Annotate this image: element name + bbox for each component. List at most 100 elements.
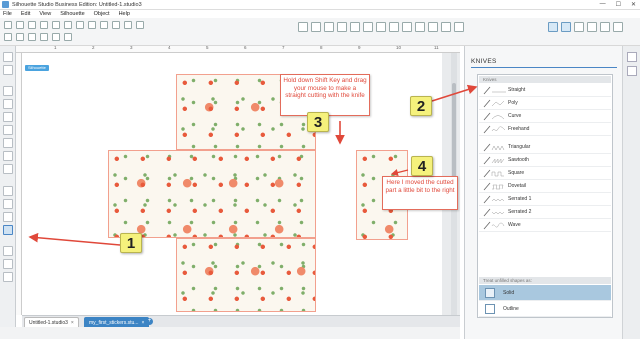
tab-untitled[interactable]: Untitled-1.studio3 × bbox=[24, 317, 79, 327]
solid-fill-icon bbox=[485, 287, 495, 298]
close-tab-icon[interactable]: × bbox=[71, 320, 74, 326]
select-all-icon[interactable] bbox=[4, 33, 12, 41]
cut-icon[interactable] bbox=[40, 21, 48, 29]
knife-dovetail[interactable]: Dovetail bbox=[479, 180, 611, 193]
offset-icon[interactable] bbox=[428, 22, 438, 32]
knife-label: Serrated 1 bbox=[508, 196, 532, 202]
point-edit-tool-icon[interactable] bbox=[3, 65, 13, 75]
knife-poly[interactable]: Poly bbox=[479, 97, 611, 110]
modify-icon[interactable] bbox=[415, 22, 425, 32]
redo-icon[interactable] bbox=[88, 21, 96, 29]
zoom-in-icon[interactable] bbox=[112, 21, 120, 29]
freehand-tool-icon[interactable] bbox=[3, 151, 13, 161]
polygon-tool-icon[interactable] bbox=[3, 125, 13, 135]
step-badge-2: 2 bbox=[410, 96, 432, 116]
eraser-tool-icon[interactable] bbox=[3, 186, 13, 196]
knife-label: Serrated 2 bbox=[508, 209, 532, 215]
floral-net-middle-panel[interactable] bbox=[108, 150, 316, 238]
store-icon[interactable] bbox=[548, 22, 558, 32]
settings-icon[interactable] bbox=[613, 22, 623, 32]
fill-mode-outline[interactable]: Outline bbox=[479, 301, 611, 317]
close-button[interactable]: ✕ bbox=[631, 1, 636, 8]
ellipse-tool-icon[interactable] bbox=[3, 112, 13, 122]
callout-note-4: Here I moved the cutted part a little bi… bbox=[382, 176, 458, 210]
minimize-button[interactable]: — bbox=[600, 1, 606, 8]
menu-view[interactable]: View bbox=[39, 11, 51, 17]
knife-label: Square bbox=[508, 170, 525, 176]
knife-freehand[interactable]: Freehand bbox=[479, 123, 611, 136]
pan-icon[interactable] bbox=[100, 21, 108, 29]
knife-square[interactable]: Square bbox=[479, 167, 611, 180]
menu-edit[interactable]: Edit bbox=[21, 11, 30, 17]
knife-curve[interactable]: Curve bbox=[479, 110, 611, 123]
select-tool-icon[interactable] bbox=[3, 52, 13, 62]
menu-object[interactable]: Object bbox=[94, 11, 110, 17]
ruler-number: 7 bbox=[282, 45, 285, 50]
curve-tool-icon[interactable] bbox=[3, 138, 13, 148]
trace-icon[interactable] bbox=[441, 22, 451, 32]
add-tab-button[interactable]: + bbox=[146, 318, 153, 325]
ungroup-icon[interactable] bbox=[40, 33, 48, 41]
menu-silhouette[interactable]: Silhouette bbox=[60, 11, 84, 17]
send-back-icon[interactable] bbox=[64, 33, 72, 41]
line-style-icon[interactable] bbox=[350, 22, 360, 32]
open-button[interactable] bbox=[16, 21, 24, 29]
menu-help[interactable]: Help bbox=[119, 11, 130, 17]
close-tab-icon[interactable]: × bbox=[141, 320, 144, 326]
deselect-icon[interactable] bbox=[16, 33, 24, 41]
knife-sawtooth[interactable]: Sawtooth bbox=[479, 154, 611, 167]
registration-icon[interactable] bbox=[311, 22, 321, 32]
tab-my-first-stickers[interactable]: my_first_stickers.stu... × bbox=[84, 317, 150, 327]
text-tool-icon[interactable] bbox=[3, 164, 13, 174]
page-badge: Silhouette bbox=[25, 65, 49, 71]
knife-straight[interactable]: Straight bbox=[479, 84, 611, 97]
design-panel-icon[interactable] bbox=[3, 246, 13, 256]
undo-icon[interactable] bbox=[76, 21, 84, 29]
menu-bar: File Edit View Silhouette Object Help bbox=[0, 10, 640, 18]
store-panel-icon[interactable] bbox=[3, 272, 13, 282]
paste-icon[interactable] bbox=[64, 21, 72, 29]
knives-list: Knives Straight Poly Curve Freehand Tria… bbox=[477, 74, 613, 318]
fill-color-icon[interactable] bbox=[324, 22, 334, 32]
design-view-icon[interactable] bbox=[574, 22, 584, 32]
zoom-fit-icon[interactable] bbox=[136, 21, 144, 29]
knife-wave[interactable]: Wave bbox=[479, 219, 611, 232]
maximize-button[interactable]: ☐ bbox=[616, 1, 621, 8]
fill-tool-icon[interactable] bbox=[3, 199, 13, 209]
knife-serrated-2[interactable]: Serrated 2 bbox=[479, 206, 611, 219]
eyedropper-tool-icon[interactable] bbox=[3, 212, 13, 222]
cut-settings-icon[interactable] bbox=[600, 22, 610, 32]
zoom-out-icon[interactable] bbox=[124, 21, 132, 29]
fill-mode-solid[interactable]: Solid bbox=[479, 285, 611, 301]
bring-front-icon[interactable] bbox=[52, 33, 60, 41]
text-style-icon[interactable] bbox=[376, 22, 386, 32]
send-icon[interactable] bbox=[561, 22, 571, 32]
line-color-icon[interactable] bbox=[337, 22, 347, 32]
group-icon[interactable] bbox=[28, 33, 36, 41]
page-setup-icon[interactable] bbox=[298, 22, 308, 32]
knife-freehand-icon bbox=[483, 125, 506, 134]
knife-serrated-1-icon bbox=[483, 195, 505, 204]
copy-icon[interactable] bbox=[52, 21, 60, 29]
floral-net-bottom-panel[interactable] bbox=[176, 238, 316, 312]
replicate-icon[interactable] bbox=[402, 22, 412, 32]
knife-triangular[interactable]: Triangular bbox=[479, 141, 611, 154]
library-panel-icon[interactable] bbox=[3, 259, 13, 269]
save-button[interactable] bbox=[28, 21, 36, 29]
rectangle-tool-icon[interactable] bbox=[3, 99, 13, 109]
new-file-button[interactable] bbox=[4, 21, 12, 29]
transform-icon[interactable] bbox=[389, 22, 399, 32]
image-effects-icon[interactable] bbox=[363, 22, 373, 32]
ruler-number: 1 bbox=[54, 45, 57, 50]
knife-label: Wave bbox=[508, 222, 521, 228]
panel-tab-icon[interactable] bbox=[627, 52, 637, 62]
knife-serrated-1[interactable]: Serrated 1 bbox=[479, 193, 611, 206]
knife-serrated-2-icon bbox=[483, 208, 505, 217]
library-icon[interactable] bbox=[454, 22, 464, 32]
line-tool-icon[interactable] bbox=[3, 86, 13, 96]
knife-tool-icon[interactable] bbox=[3, 225, 13, 235]
menu-file[interactable]: File bbox=[3, 11, 12, 17]
sketch-icon[interactable] bbox=[587, 22, 597, 32]
ruler-number: 8 bbox=[320, 45, 323, 50]
panel-tab-icon[interactable] bbox=[627, 66, 637, 76]
